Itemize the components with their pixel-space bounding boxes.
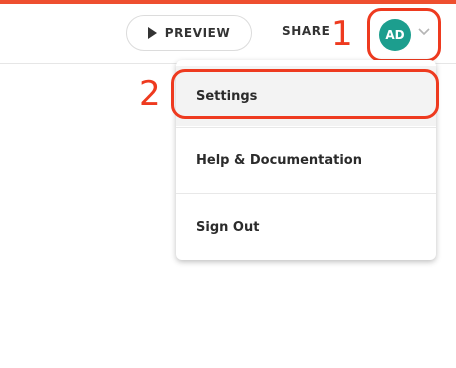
app-page: PREVIEW SHARE 1 AD Settings Help & Docum… xyxy=(0,0,456,368)
share-button[interactable]: SHARE xyxy=(282,24,330,38)
preview-button[interactable]: PREVIEW xyxy=(126,15,252,51)
preview-button-label: PREVIEW xyxy=(164,26,231,40)
menu-item-sign-out[interactable]: Sign Out xyxy=(176,193,436,260)
annotation-step-2: 2 xyxy=(139,74,161,114)
annotation-step-1: 1 xyxy=(331,14,353,54)
menu-item-help-documentation[interactable]: Help & Documentation xyxy=(176,127,436,193)
avatar-highlight-outline xyxy=(367,8,441,62)
settings-highlight-outline xyxy=(171,69,439,119)
play-icon xyxy=(147,27,157,39)
